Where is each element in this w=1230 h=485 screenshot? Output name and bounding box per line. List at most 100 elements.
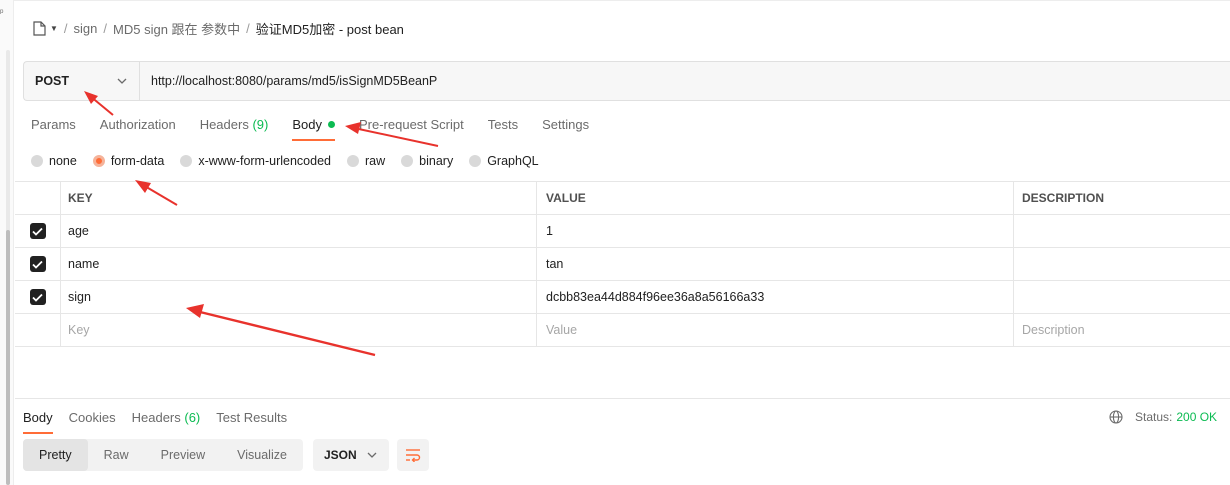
response-tab-headers[interactable]: Headers (6) (132, 408, 201, 434)
request-bar: POST http://localhost:8080/params/md5/is… (23, 61, 1230, 101)
breadcrumb: ▼ / sign / MD5 sign 跟在 参数中 / 验证MD5加密 - p… (33, 18, 404, 38)
radio-button[interactable] (401, 155, 414, 167)
body-type-options: none form-data x-www-form-urlencoded raw… (31, 152, 555, 170)
tab-label: Body (23, 410, 53, 425)
tab-pre-request-script[interactable]: Pre-request Script (359, 115, 464, 141)
description-cell[interactable] (1014, 248, 1230, 280)
method-select[interactable]: POST (24, 62, 140, 100)
response-tab-cookies[interactable]: Cookies (69, 408, 116, 434)
view-mode-preview[interactable]: Preview (145, 439, 221, 471)
column-header-description: DESCRIPTION (1022, 191, 1105, 205)
body-type-urlencoded[interactable]: x-www-form-urlencoded (180, 154, 331, 168)
table-row-new: Key Value Description (15, 314, 1230, 347)
url-input[interactable]: http://localhost:8080/params/md5/isSignM… (140, 62, 1230, 100)
key-cell[interactable]: name (61, 248, 537, 280)
body-type-binary[interactable]: binary (401, 154, 453, 168)
row-checkbox-cell (15, 248, 61, 280)
row-checkbox[interactable] (29, 256, 46, 272)
tab-label: Test Results (216, 410, 288, 425)
value-cell[interactable]: dcbb83ea44d884f96ee36a8a56166a33 (537, 281, 1014, 313)
response-view-toolbar: Pretty Raw Preview Visualize JSON (23, 439, 429, 471)
key-cell[interactable]: sign (61, 281, 537, 313)
chevron-down-icon[interactable]: ▼ (50, 24, 58, 33)
header-checkbox-cell (15, 182, 61, 214)
globe-icon[interactable] (1109, 410, 1123, 424)
breadcrumb-item-folder[interactable]: MD5 sign 跟在 参数中 (113, 19, 240, 38)
row-checkbox-cell (15, 215, 61, 247)
column-header-value: VALUE (537, 182, 1014, 214)
tab-settings[interactable]: Settings (542, 115, 589, 141)
status-label: Status: (1135, 410, 1173, 424)
body-type-form-data[interactable]: form-data (92, 154, 165, 168)
status-indicator[interactable]: Status: 200 OK (1135, 410, 1217, 424)
radio-button[interactable] (31, 155, 43, 167)
body-type-raw[interactable]: raw (347, 154, 385, 168)
method-label: POST (35, 74, 70, 88)
row-checkbox[interactable] (29, 223, 46, 239)
table-row: sign dcbb83ea44d884f96ee36a8a56166a33 (15, 281, 1230, 314)
radio-label: x-www-form-urlencoded (198, 154, 331, 168)
tab-label: Params (31, 117, 76, 132)
body-indicator-dot (327, 121, 335, 128)
column-header-key: KEY (61, 182, 537, 214)
chevron-down-icon (117, 78, 127, 84)
radio-button[interactable] (180, 155, 193, 167)
status-code: 200 OK (1176, 410, 1218, 424)
radio-label: none (49, 154, 77, 168)
document-icon[interactable] (33, 20, 46, 36)
tab-headers[interactable]: Headers (9) (200, 115, 269, 141)
tab-label: Tests (487, 117, 519, 132)
scrollbar-thumb[interactable] (6, 230, 10, 485)
view-mode-pretty[interactable]: Pretty (23, 439, 88, 471)
table-header-row: KEY VALUE DESCRIPTION (15, 182, 1230, 215)
breadcrumb-item-sign[interactable]: sign (74, 21, 98, 36)
table-row: age 1 (15, 215, 1230, 248)
tab-label: Pre-request Script (358, 117, 464, 132)
radio-button[interactable] (347, 155, 359, 167)
response-tab-body[interactable]: Body (23, 408, 53, 434)
format-select[interactable]: JSON (312, 439, 389, 471)
description-placeholder-input[interactable]: Description (1014, 314, 1230, 346)
body-type-graphql[interactable]: GraphQL (469, 154, 539, 168)
response-status-bar: Status: 200 OK (1109, 408, 1217, 426)
check-icon (32, 293, 43, 302)
tab-label: Headers (199, 117, 249, 132)
view-mode-segmented: Pretty Raw Preview Visualize (23, 439, 303, 471)
gutter-glyph: ᵖ (0, 7, 4, 17)
radio-label: form-data (110, 154, 165, 168)
top-divider (14, 0, 1230, 4)
value-cell[interactable]: 1 (537, 215, 1014, 247)
form-data-table: KEY VALUE DESCRIPTION age 1 name tan sig… (15, 181, 1230, 347)
key-cell[interactable]: age (61, 215, 537, 247)
breadcrumb-separator: / (246, 20, 250, 36)
check-icon (32, 227, 43, 236)
response-divider[interactable] (15, 398, 1230, 399)
response-headers-count: (6) (184, 410, 201, 425)
tab-body[interactable]: Body (292, 115, 335, 141)
radio-label: binary (419, 154, 454, 168)
wrap-lines-button[interactable] (396, 439, 429, 471)
chevron-down-icon (367, 452, 377, 458)
tab-authorization[interactable]: Authorization (100, 115, 176, 141)
description-cell[interactable] (1014, 281, 1230, 313)
body-type-none[interactable]: none (31, 154, 77, 168)
description-cell[interactable] (1014, 215, 1230, 247)
response-tab-test-results[interactable]: Test Results (216, 408, 287, 434)
radio-button[interactable] (469, 155, 482, 167)
request-title[interactable]: 验证MD5加密 - post bean (256, 19, 404, 38)
radio-button-selected[interactable] (92, 155, 105, 167)
postman-request-page: ᵖ ▼ / sign / MD5 sign 跟在 参数中 / 验证MD5加密 -… (0, 0, 1230, 485)
view-mode-visualize[interactable]: Visualize (221, 439, 303, 471)
row-checkbox[interactable] (29, 289, 46, 305)
view-mode-raw[interactable]: Raw (88, 439, 145, 471)
format-label: JSON (323, 448, 357, 462)
tab-params[interactable]: Params (31, 115, 76, 141)
tab-label: Authorization (99, 117, 176, 132)
value-cell[interactable]: tan (537, 248, 1014, 280)
key-placeholder-input[interactable]: Key (61, 314, 537, 346)
tab-label: Body (292, 117, 322, 132)
tab-tests[interactable]: Tests (488, 115, 518, 141)
check-icon (32, 260, 43, 269)
wrap-lines-icon (405, 449, 421, 462)
value-placeholder-input[interactable]: Value (537, 314, 1014, 346)
